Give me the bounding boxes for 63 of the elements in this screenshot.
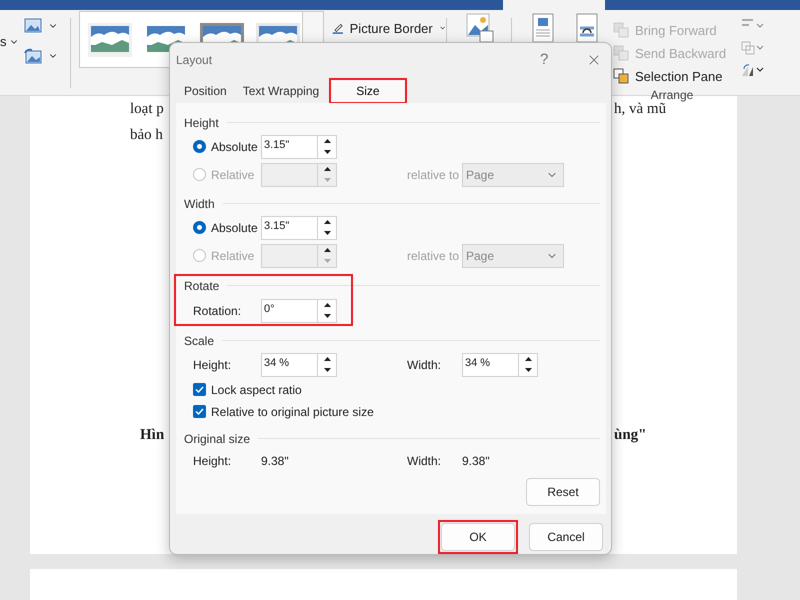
spin-up-icon[interactable]: [524, 357, 532, 362]
spin-up-icon[interactable]: [324, 139, 330, 144]
layers-icon: [613, 22, 629, 38]
spin-field[interactable]: 0°: [261, 298, 337, 323]
arrange-command[interactable]: Selection Pane: [613, 65, 741, 87]
spin-up-icon[interactable]: [324, 303, 330, 308]
spin-field[interactable]: 3.15": [261, 216, 337, 240]
spin-field[interactable]: 3.15": [261, 134, 337, 159]
value-text: 9.38": [462, 454, 491, 468]
radio-button[interactable]: Absolute: [193, 140, 261, 154]
spin-down-icon[interactable]: [324, 150, 330, 154]
field-label: Height:: [193, 358, 232, 372]
field-label: relative to: [407, 168, 460, 182]
field-label: Width:: [407, 454, 442, 468]
radio-button[interactable]: Absolute: [193, 220, 261, 235]
document-icon[interactable]: [576, 13, 598, 43]
spin-field[interactable]: [261, 162, 337, 187]
field-label: Width:: [407, 358, 442, 372]
help-button[interactable]: ?: [540, 51, 586, 68]
reset-button[interactable]: Reset: [526, 478, 600, 506]
section-heading: Height: [184, 116, 219, 130]
dialog-title: Layout: [176, 52, 214, 67]
spin-field[interactable]: 34 %: [261, 352, 337, 377]
field-label: Height:: [193, 454, 232, 468]
picture-icon[interactable]: [466, 13, 494, 43]
spin-down-icon[interactable]: [324, 368, 330, 372]
tab[interactable]: Size: [330, 78, 406, 103]
document-text: loạt p: [130, 100, 164, 118]
document-text: h, và mũ: [614, 100, 666, 118]
picture-border-button[interactable]: Picture Border: [332, 17, 446, 39]
landscape-thumbnail-icon[interactable]: [88, 22, 132, 56]
value-text: 9.38": [261, 454, 290, 468]
group-label: Arrange: [650, 88, 694, 102]
section-heading: Original size: [184, 432, 250, 446]
section-heading: Rotate: [184, 278, 220, 293]
spin-down-icon[interactable]: [524, 368, 532, 372]
checkbox-label: Lock aspect ratio: [211, 382, 302, 397]
dialog-button[interactable]: Cancel: [529, 523, 603, 551]
rotate-icon[interactable]: [741, 63, 765, 77]
ribbon-label[interactable]: s: [0, 34, 24, 49]
checkbox[interactable]: [193, 405, 206, 418]
checkbox-label: Relative to original picture size: [211, 404, 374, 419]
spin-up-icon[interactable]: [324, 167, 330, 172]
spin-field[interactable]: [261, 244, 337, 268]
spin-up-icon[interactable]: [324, 220, 330, 224]
spin-up-icon[interactable]: [324, 357, 330, 362]
field-label: Rotation:: [193, 304, 242, 318]
caption-text: Hìn: [140, 426, 164, 444]
spin-down-icon[interactable]: [324, 231, 330, 236]
spin-up-icon[interactable]: [324, 248, 330, 252]
group-icon[interactable]: [741, 41, 765, 55]
document-text: bảo h: [130, 126, 163, 144]
caption-text: ùng": [614, 426, 647, 444]
field-label: relative to: [407, 248, 460, 263]
layers-icon: [613, 68, 629, 84]
tab[interactable]: Position: [176, 78, 235, 103]
spin-field[interactable]: 34 %: [462, 352, 538, 377]
section-heading: Scale: [184, 334, 214, 348]
section-heading: Width: [184, 196, 215, 211]
dialog-button[interactable]: OK: [441, 523, 515, 551]
checkbox[interactable]: [193, 383, 206, 396]
spin-down-icon[interactable]: [324, 314, 330, 318]
tab[interactable]: Text Wrapping: [234, 78, 328, 103]
